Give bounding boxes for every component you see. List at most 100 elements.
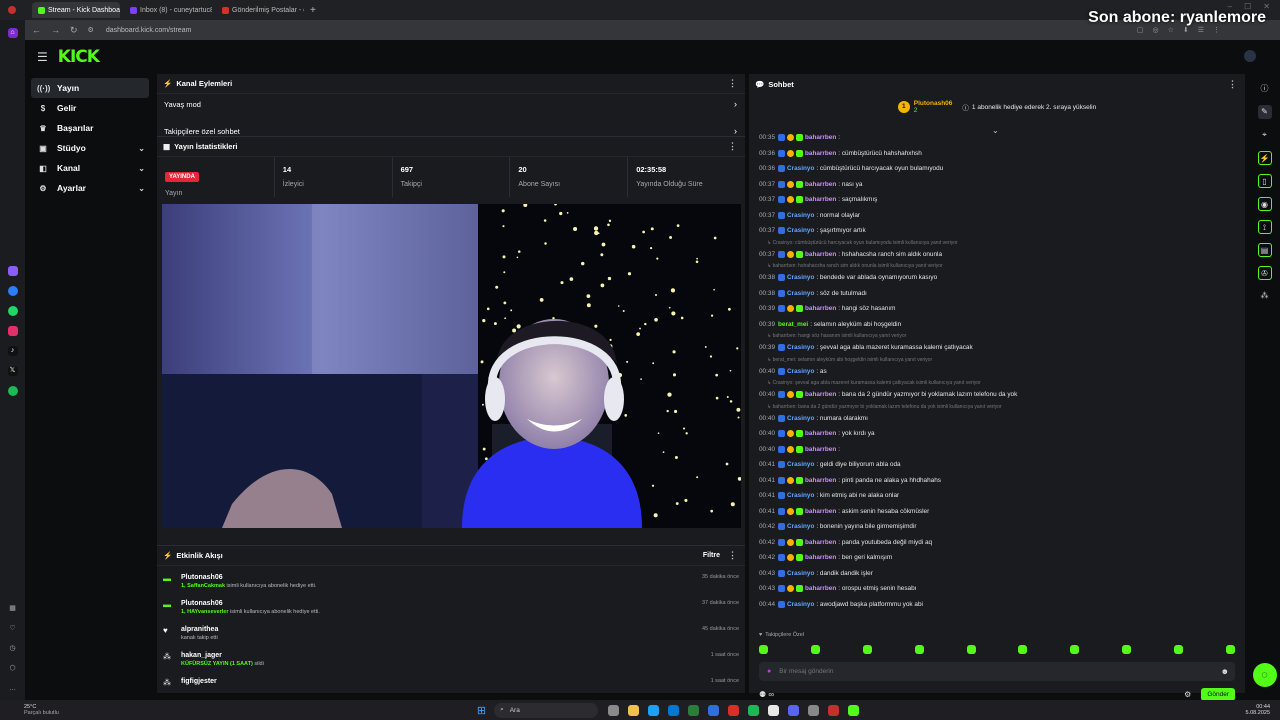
- extension-icon[interactable]: ☰: [1198, 26, 1204, 34]
- start-icon[interactable]: ⊞: [477, 704, 486, 717]
- chat-message[interactable]: 00:36 Crasinyo: cümbüştürücü harcıyacak o…: [749, 161, 1245, 177]
- chat-message[interactable]: 00:44 Crasinyo: awodjawd başka platformmu…: [749, 597, 1245, 613]
- sidebar-item-1[interactable]: $ Gelir: [31, 98, 149, 118]
- instagram-icon[interactable]: [7, 326, 18, 336]
- chat-message[interactable]: 00:41 Crasinyo: kim etmiş abi ne alaka on…: [749, 488, 1245, 504]
- kick-support-icon[interactable]: ◌: [1252, 663, 1277, 687]
- taskbar-app-icon[interactable]: [668, 704, 680, 716]
- info-icon[interactable]: ⓘ: [1258, 82, 1272, 96]
- chat-username[interactable]: baharrben: [805, 134, 836, 141]
- chat-message[interactable]: 00:39 berat_mei: selamın aleyküm abi hoşg…: [749, 317, 1245, 333]
- whatsapp-icon[interactable]: [7, 306, 18, 316]
- chat-username[interactable]: Crasinyo: [787, 212, 814, 219]
- chat-username[interactable]: Crasinyo: [787, 570, 814, 577]
- taskbar-app-icon[interactable]: [768, 704, 780, 716]
- emote-icon[interactable]: [1070, 644, 1080, 654]
- send-button[interactable]: Gönder: [1201, 687, 1235, 701]
- emote-icon[interactable]: [966, 644, 976, 654]
- crosshair-icon[interactable]: ⌖: [1258, 128, 1272, 142]
- chat-username[interactable]: baharrben: [805, 251, 836, 258]
- points-icon[interactable]: ⚉ ∞: [759, 690, 774, 699]
- chat-message[interactable]: 00:38 Crasinyo: söz de tutulmadı: [749, 286, 1245, 302]
- chat-username[interactable]: Crasinyo: [787, 523, 814, 530]
- sidebar-item-3[interactable]: ▣ Stüdyo ⌄: [31, 138, 149, 158]
- sidebar-item-4[interactable]: ◧ Kanal ⌄: [31, 158, 149, 178]
- taskbar-app-icon[interactable]: [728, 704, 740, 716]
- sidebar-item-2[interactable]: ♛ Başarılar: [31, 118, 149, 138]
- taskbar-app-icon[interactable]: [808, 704, 820, 716]
- clock[interactable]: 00:44 5.08.2025: [1246, 704, 1270, 716]
- weather-widget[interactable]: 25°C Parçalı bulutlu: [24, 704, 59, 716]
- sidebar-item-5[interactable]: ⚙ Ayarlar ⌄: [31, 178, 149, 198]
- emote-icon[interactable]: [914, 644, 924, 654]
- chat-username[interactable]: baharrben: [805, 446, 836, 453]
- chat-message[interactable]: 00:41 Crasinyo: geldi diye biliyorum abla…: [749, 457, 1245, 473]
- chat-username[interactable]: Crasinyo: [787, 492, 814, 499]
- extension-icon[interactable]: ▢: [1137, 26, 1144, 34]
- lightning-icon[interactable]: ⚡: [1257, 151, 1272, 165]
- menu-icon[interactable]: ☰: [37, 50, 48, 64]
- back-icon[interactable]: ←: [32, 25, 41, 35]
- activity-user[interactable]: figfigjester: [181, 678, 711, 685]
- taskbar-app-icon[interactable]: [788, 704, 800, 716]
- chat-username[interactable]: baharrben: [805, 585, 836, 592]
- spotify-icon[interactable]: [7, 386, 18, 396]
- chat-message[interactable]: 00:38 Crasinyo: bendede var ablada oynamı…: [749, 270, 1245, 286]
- chat-message[interactable]: 00:37 Crasinyo: şaşırtmıyor artık: [749, 223, 1245, 239]
- broadcast-icon[interactable]: ⟟: [1257, 220, 1272, 234]
- home-icon[interactable]: ⌂: [7, 28, 18, 38]
- taskbar-app-icon[interactable]: [608, 704, 620, 716]
- browser-menu-icon[interactable]: [8, 6, 16, 14]
- mic-icon[interactable]: ●: [767, 668, 771, 675]
- sidebar-item-0[interactable]: ((·)) Yayın: [31, 78, 149, 98]
- extension-icon[interactable]: ⋮: [1213, 26, 1220, 34]
- taskbar-search[interactable]: ⌕ Ara: [494, 702, 599, 718]
- chat-username[interactable]: baharrben: [805, 150, 836, 157]
- extension-icon[interactable]: ◎: [1152, 26, 1158, 34]
- chat-message[interactable]: 00:40 Crasinyo: as: [749, 364, 1245, 380]
- kick-logo[interactable]: KICK: [58, 47, 100, 67]
- chat-settings-icon[interactable]: ⚙: [1184, 690, 1191, 699]
- chat-username[interactable]: Crasinyo: [787, 461, 814, 468]
- heart-icon[interactable]: ♡: [8, 624, 18, 634]
- taskbar-app-icon[interactable]: [708, 704, 720, 716]
- reply-context[interactable]: ↳ berat_mei: selamın aleyküm abi hoşgeld…: [749, 356, 1245, 364]
- chat-message[interactable]: 00:37 baharrben: saçmalıkmış: [749, 192, 1245, 208]
- chat-icon[interactable]: ◉: [1257, 197, 1272, 211]
- reply-context[interactable]: ↳ baharrben: hangi söz hasanım isimli ku…: [749, 332, 1245, 340]
- reply-context[interactable]: ↳ baharrben: hshahacsha ranch sim aldık …: [749, 262, 1245, 270]
- chat-username[interactable]: Crasinyo: [787, 601, 814, 608]
- chat-message[interactable]: 00:39 baharrben: hangi söz hasanım: [749, 301, 1245, 317]
- filter-button[interactable]: Filtre: [703, 552, 720, 559]
- chat-message[interactable]: 00:37 Crasinyo: normal olaylar: [749, 208, 1245, 224]
- emote-icon[interactable]: [1122, 644, 1132, 654]
- chat-message[interactable]: 00:40 baharrben: bana da 2 gündür yazmıyo…: [749, 387, 1245, 403]
- emote-icon[interactable]: [810, 644, 820, 654]
- collapse-pinned-icon[interactable]: ⌄: [992, 126, 999, 135]
- x-icon[interactable]: 𝕏: [7, 366, 18, 376]
- slow-mode-row[interactable]: Yavaş mod ›: [157, 94, 745, 114]
- browser-tab[interactable]: Gönderilmiş Postalar - cun: [216, 2, 304, 18]
- wrench-icon[interactable]: ✇: [1257, 266, 1272, 280]
- chat-message[interactable]: 00:42 baharrben: ben geri kalmışım: [749, 550, 1245, 566]
- edit-icon[interactable]: ✎: [1257, 105, 1272, 119]
- panel-menu-icon[interactable]: ⋮: [728, 141, 737, 152]
- chat-username[interactable]: Crasinyo: [787, 274, 814, 281]
- nodes-icon[interactable]: ⁂: [1258, 289, 1272, 303]
- activity-user[interactable]: Plutonash06: [181, 574, 702, 581]
- box-icon[interactable]: ⬡: [8, 664, 18, 674]
- emote-icon[interactable]: [1174, 644, 1183, 654]
- panel-menu-icon[interactable]: ⋮: [728, 78, 737, 89]
- app-icon[interactable]: [7, 266, 18, 276]
- chat-username[interactable]: baharrben: [805, 196, 836, 203]
- chat-message[interactable]: 00:36 baharrben: cümbüştürücü hahshahxhsh: [749, 146, 1245, 162]
- chat-username[interactable]: baharrben: [805, 508, 836, 515]
- emote-icon[interactable]: [1018, 644, 1028, 654]
- emoji-icon[interactable]: ☻: [1221, 667, 1229, 676]
- extension-icon[interactable]: ⬇: [1183, 26, 1189, 34]
- tiktok-icon[interactable]: ♪: [7, 346, 18, 356]
- chat-message[interactable]: 00:40 baharrben:: [749, 442, 1245, 458]
- panel-menu-icon[interactable]: ⋮: [728, 550, 737, 561]
- more-icon[interactable]: …: [8, 684, 18, 694]
- chat-input[interactable]: [779, 668, 1221, 675]
